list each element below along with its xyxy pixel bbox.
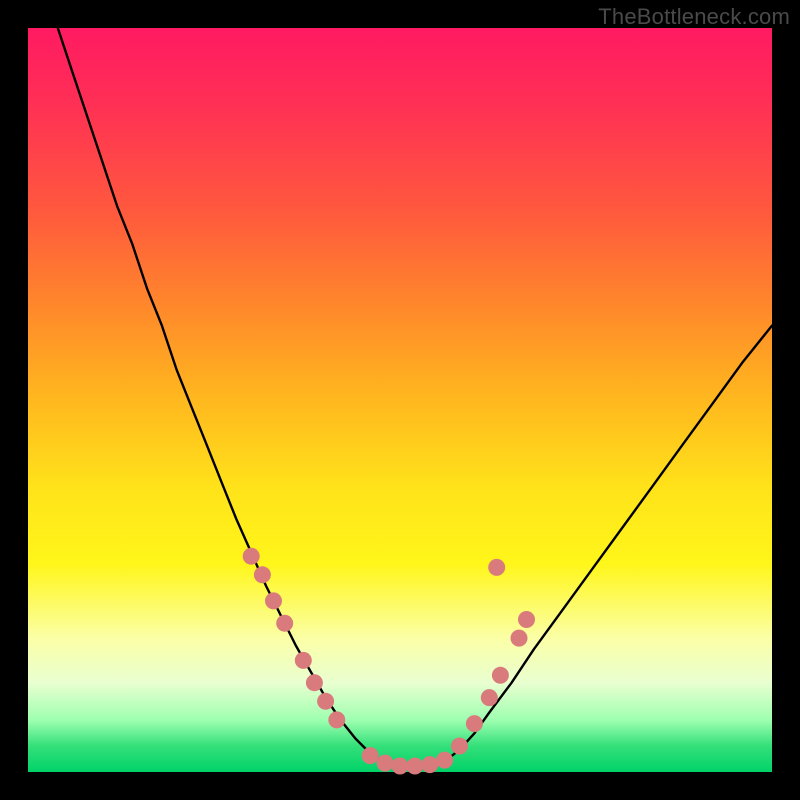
data-dot xyxy=(276,615,293,632)
plot-area xyxy=(28,28,772,772)
data-dot xyxy=(265,592,282,609)
data-dot xyxy=(451,738,468,755)
chart-frame: TheBottleneck.com xyxy=(0,0,800,800)
data-dot xyxy=(328,711,345,728)
data-dot xyxy=(254,566,271,583)
data-dot xyxy=(306,674,323,691)
data-dots xyxy=(243,548,535,775)
watermark-text: TheBottleneck.com xyxy=(598,4,790,30)
data-dot xyxy=(518,611,535,628)
data-dot xyxy=(436,752,453,769)
data-dot xyxy=(406,758,423,775)
bottleneck-curve xyxy=(58,28,772,769)
data-dot xyxy=(466,715,483,732)
data-dot xyxy=(421,756,438,773)
data-dot xyxy=(295,652,312,669)
data-dot xyxy=(317,693,334,710)
data-dot xyxy=(362,747,379,764)
data-dot xyxy=(488,559,505,576)
data-dot xyxy=(377,755,394,772)
data-dot xyxy=(492,667,509,684)
data-dot xyxy=(392,758,409,775)
curve-svg xyxy=(28,28,772,772)
data-dot xyxy=(243,548,260,565)
data-dot xyxy=(511,630,528,647)
data-dot xyxy=(481,689,498,706)
